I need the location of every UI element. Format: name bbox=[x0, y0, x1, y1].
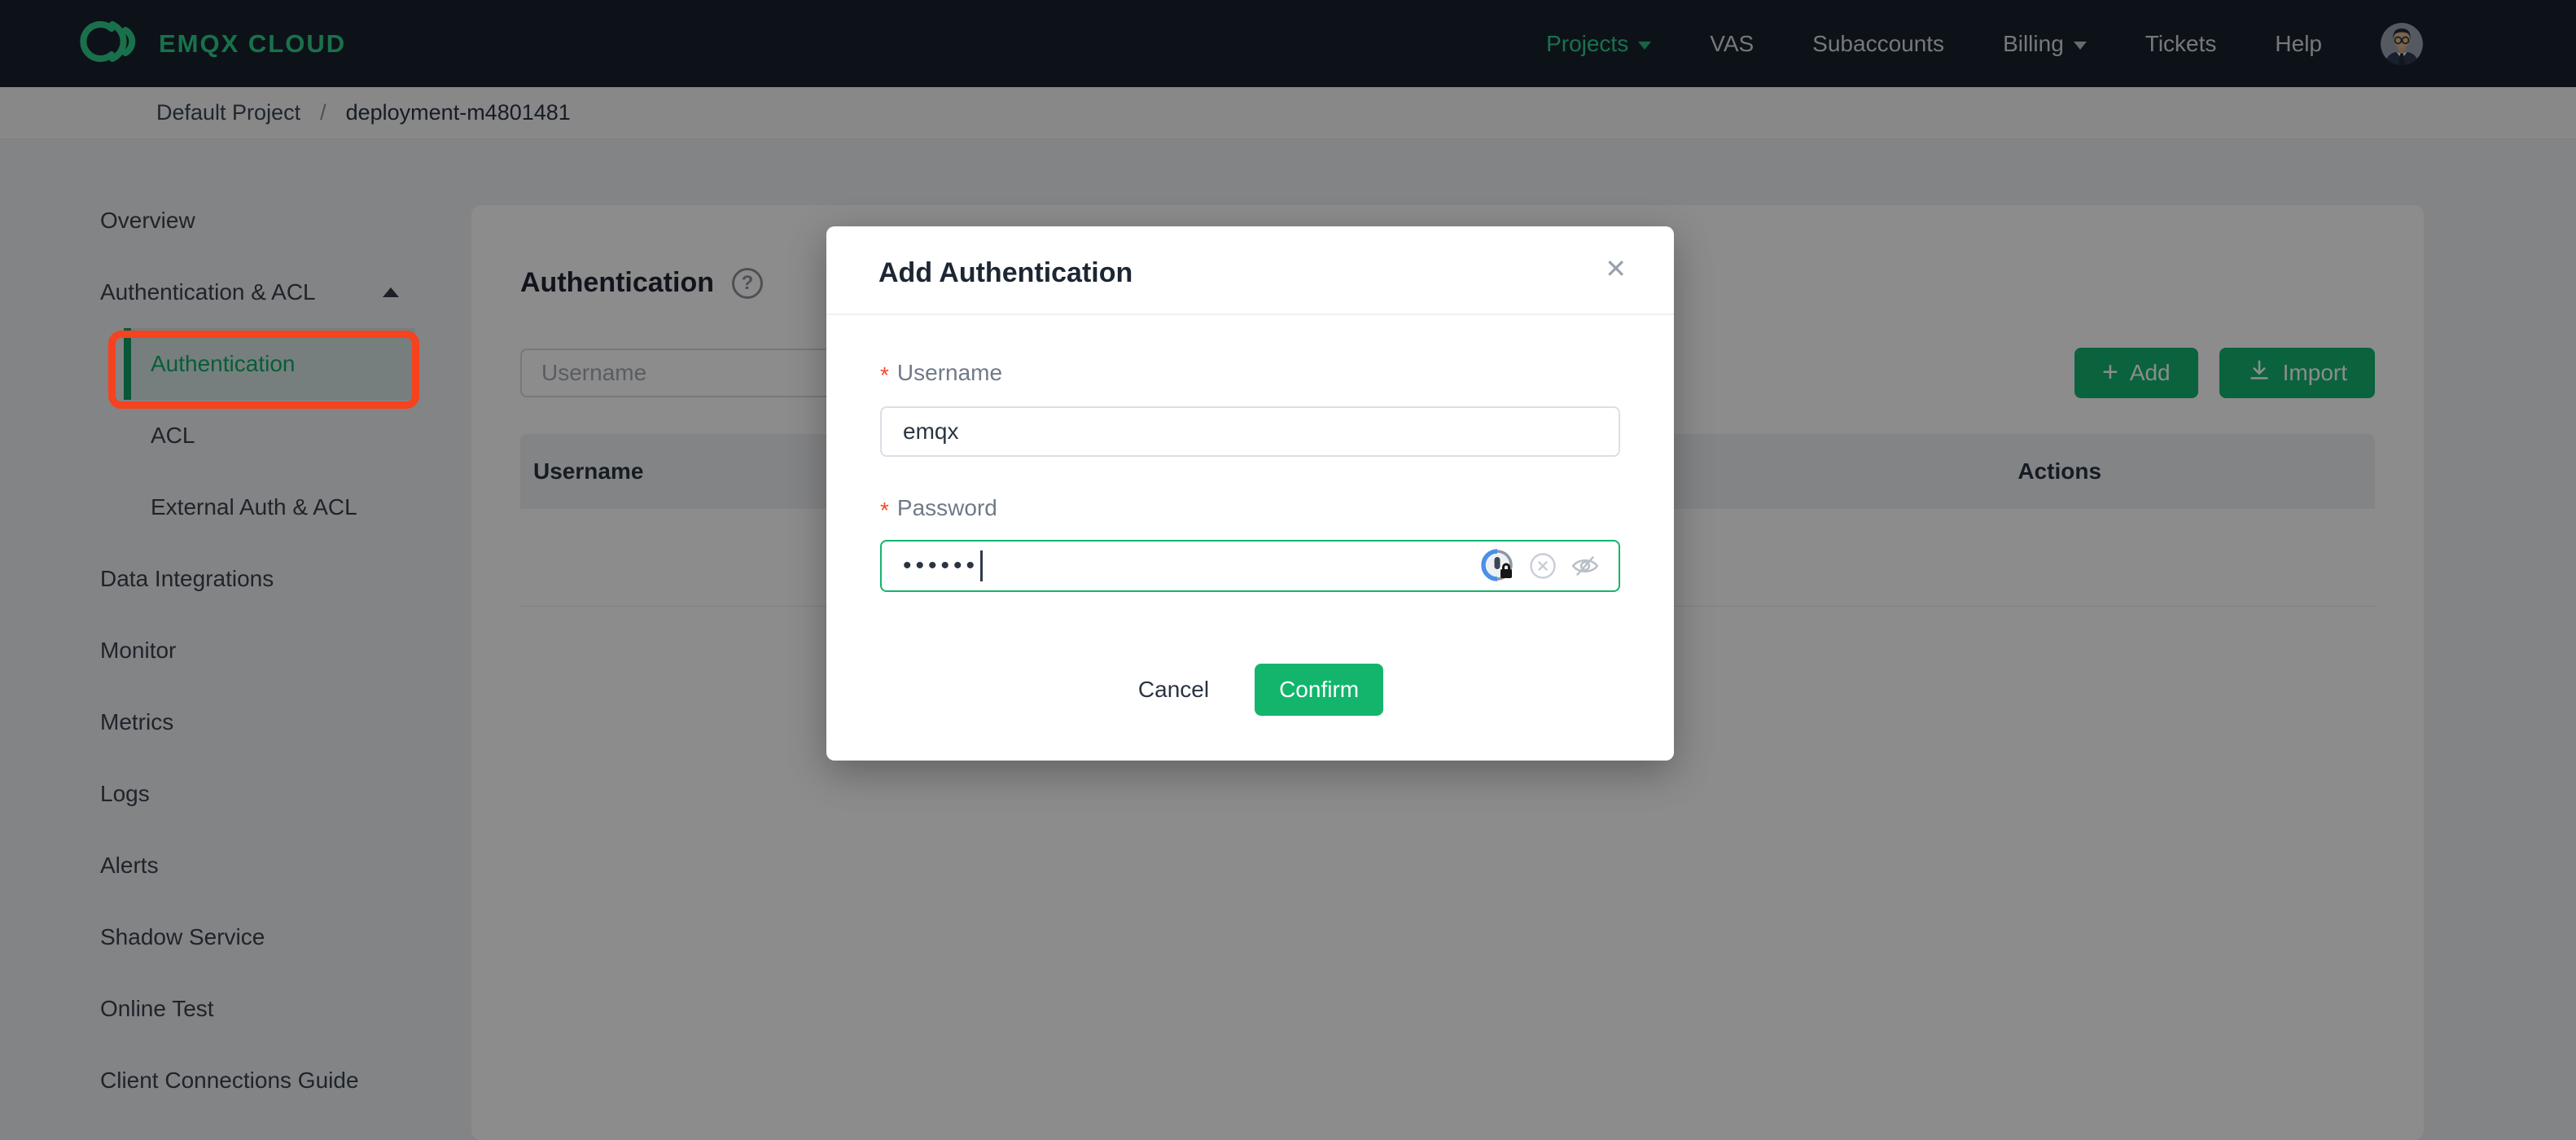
emqx-cloud-app: EMQX CLOUD Projects VAS Subaccounts Bill… bbox=[0, 0, 2576, 1140]
required-asterisk: * bbox=[880, 498, 889, 523]
dialog-header: Add Authentication ✕ bbox=[826, 226, 1674, 315]
field-label-text: Username bbox=[896, 360, 1003, 385]
text-cursor bbox=[980, 550, 984, 581]
add-authentication-dialog: Add Authentication ✕ * Username * Passwo… bbox=[826, 226, 1674, 761]
password-input[interactable]: •••••• bbox=[880, 540, 1620, 592]
field-label-text: Password bbox=[896, 495, 997, 520]
username-field-label: * Username bbox=[880, 360, 1620, 388]
clear-input-icon[interactable] bbox=[1529, 552, 1557, 580]
password-manager-icon[interactable] bbox=[1480, 548, 1516, 584]
dialog-body: * Username * Password •••••• bbox=[826, 315, 1674, 716]
username-input[interactable] bbox=[880, 406, 1620, 457]
cancel-button[interactable]: Cancel bbox=[1117, 677, 1230, 703]
annotation-highlight-box bbox=[108, 331, 419, 409]
required-asterisk: * bbox=[880, 362, 889, 388]
password-field-label: * Password bbox=[880, 495, 1620, 523]
eye-off-icon[interactable] bbox=[1570, 550, 1601, 581]
dialog-footer: Cancel Confirm bbox=[880, 664, 1620, 716]
password-masked-value: •••••• bbox=[903, 552, 979, 579]
close-icon[interactable]: ✕ bbox=[1605, 256, 1627, 282]
confirm-button[interactable]: Confirm bbox=[1255, 664, 1384, 716]
dialog-title: Add Authentication bbox=[878, 257, 1133, 288]
password-input-icons bbox=[1480, 548, 1601, 584]
